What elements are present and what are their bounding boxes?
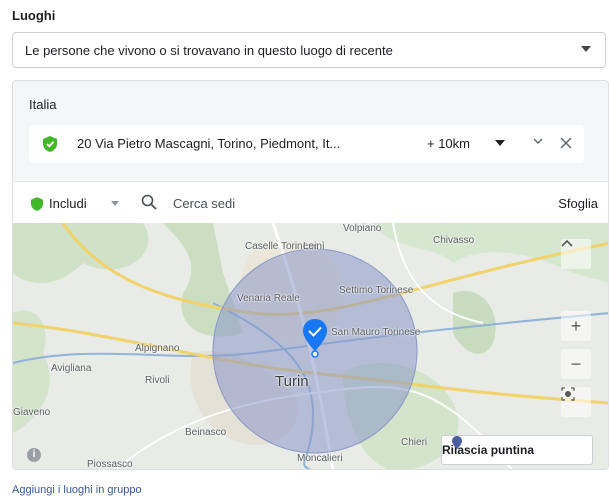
locations-panel: Italia 20 Via Pietro Mascagni, Torino, P… (12, 80, 609, 470)
info-icon[interactable]: i (27, 448, 41, 462)
drop-pin-button[interactable]: Rilascia puntina (441, 435, 593, 465)
country-label: Italia (29, 97, 57, 112)
map-label-giaveno: Giaveno (13, 407, 51, 418)
map-label-venaria: Venaria Reale (237, 293, 300, 304)
map-canvas (13, 223, 608, 469)
map-label-settimo: Settimo Torinese (339, 285, 414, 296)
map-label-rivoli: Rivoli (145, 375, 170, 386)
chevron-down-icon[interactable] (532, 135, 544, 147)
include-shield-icon (43, 136, 57, 152)
map[interactable]: Caselle Torinese Leinì Volpiano Chivasso… (13, 223, 608, 470)
map-label-chieri: Chieri (401, 437, 428, 448)
chevron-down-icon (581, 46, 591, 52)
location-item[interactable]: 20 Via Pietro Mascagni, Torino, Piedmont… (29, 125, 584, 163)
radius-caret-icon[interactable] (495, 140, 505, 146)
bulk-add-locations-link[interactable]: Aggiungi i luoghi in gruppo (12, 484, 142, 496)
audience-select[interactable]: Le persone che vivono o si trovavano in … (12, 32, 606, 68)
browse-button[interactable]: Sfoglia (558, 196, 598, 211)
search-locations-input[interactable]: Cerca sedi (173, 196, 235, 211)
map-label-leini: Leinì (303, 241, 325, 252)
map-pin-icon (452, 436, 462, 449)
map-label-alpignano: Alpignano (135, 343, 180, 354)
caret-down-icon[interactable] (111, 201, 119, 206)
zoom-in-button[interactable]: + (561, 311, 591, 341)
search-icon (141, 194, 157, 210)
radius-select[interactable]: + 10km (427, 136, 470, 151)
close-icon[interactable] (559, 136, 573, 150)
map-label-beinasco: Beinasco (185, 427, 227, 438)
chevron-up-icon (561, 239, 573, 247)
include-shield-icon (31, 197, 43, 211)
include-dropdown[interactable]: Includi (49, 196, 87, 211)
map-label-moncalieri: Moncalieri (297, 453, 343, 464)
map-label-piossasco: Piossasco (87, 459, 133, 470)
section-title: Luoghi (12, 8, 56, 23)
audience-select-value: Le persone che vivono o si trovavano in … (25, 42, 393, 58)
map-label-volpiano: Volpiano (343, 223, 382, 234)
location-name: 20 Via Pietro Mascagni, Torino, Piedmont… (77, 136, 341, 151)
map-toolbar: Includi Cerca sedi Sfoglia (13, 181, 608, 224)
map-label-san-mauro: San Mauro Torinese (331, 327, 421, 338)
locate-icon (561, 387, 575, 401)
locate-button[interactable] (561, 387, 591, 417)
map-label-turin: Turin (275, 373, 309, 390)
collapse-map-button[interactable] (561, 239, 591, 269)
map-label-avigliana: Avigliana (51, 363, 92, 374)
zoom-out-button[interactable]: − (561, 349, 591, 379)
map-label-chivasso: Chivasso (433, 235, 475, 246)
